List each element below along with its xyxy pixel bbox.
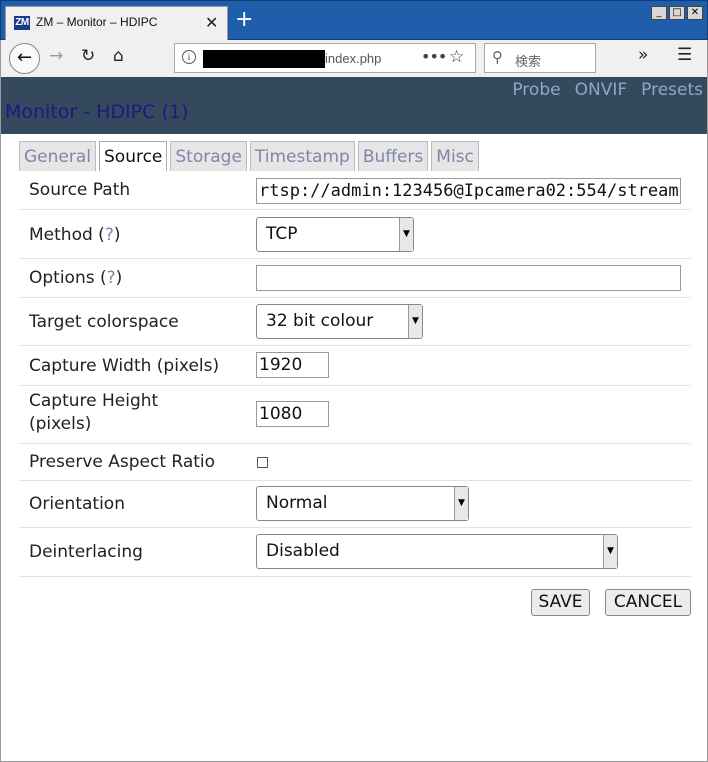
tab-general[interactable]: General [19,141,96,171]
tab-timestamp[interactable]: Timestamp [249,141,355,171]
options-help-link[interactable]: ? [107,268,116,288]
page-actions-icon[interactable]: ••• [421,47,447,66]
preserve-aspect-checkbox[interactable] [257,457,268,468]
new-tab-button[interactable]: + [235,7,253,33]
tab-storage[interactable]: Storage [170,141,247,171]
deinterlacing-label: Deinterlacing [29,542,143,562]
browser-tab-strip: ZM ZM – Monitor – HDIPC ✕ + _ □ ✕ [0,0,708,41]
source-path-label: Source Path [29,180,131,200]
maximize-icon[interactable]: □ [669,6,685,20]
search-placeholder: 検索 [515,55,542,70]
minimize-icon[interactable]: _ [651,6,667,20]
zm-favicon-icon: ZM [14,16,30,30]
close-window-icon[interactable]: ✕ [687,6,703,20]
capture-height-input[interactable]: 1080 [256,401,329,427]
overflow-chevron-icon[interactable]: » [638,45,648,65]
home-icon[interactable]: ⌂ [113,46,124,66]
capture-height-label: Capture Height (pixels) [29,391,159,434]
probe-link[interactable]: Probe [512,80,560,100]
orientation-value: Normal [266,493,328,513]
capture-width-label: Capture Width (pixels) [29,356,220,376]
orientation-label: Orientation [29,494,125,514]
cancel-button[interactable]: CANCEL [605,589,691,616]
header-links: Probe ONVIF Presets [512,80,703,100]
options-label: Options (?) [29,268,123,288]
row-capture-width: Capture Width (pixels) 1920 [19,346,691,386]
reload-icon[interactable]: ↻ [81,46,95,66]
source-path-input[interactable]: rtsp://admin:123456@Ipcamera02:554/strea… [256,178,681,204]
tab-bar: General Source Storage Timestamp Buffers… [19,141,479,171]
bookmark-star-icon[interactable]: ☆ [449,47,464,67]
row-orientation: Orientation Normal ▼ [19,481,691,528]
browser-tab[interactable]: ZM ZM – Monitor – HDIPC ✕ [5,6,228,41]
method-select[interactable]: TCP ▼ [256,217,414,252]
row-preserve-aspect: Preserve Aspect Ratio [19,444,691,481]
monitor-form: General Source Storage Timestamp Buffers… [0,134,708,762]
deinterlacing-select[interactable]: Disabled ▼ [256,534,618,569]
search-bar[interactable]: ⚲ 検索 [484,43,596,73]
capture-width-input[interactable]: 1920 [256,352,329,378]
row-method: Method (?) TCP ▼ [19,210,691,259]
zm-header: Probe ONVIF Presets Monitor - HDIPC (1) [0,77,708,134]
target-colorspace-select[interactable]: 32 bit colour ▼ [256,304,423,339]
forward-arrow-icon[interactable]: → [49,46,63,66]
orientation-select[interactable]: Normal ▼ [256,486,469,521]
row-target-colorspace: Target colorspace 32 bit colour ▼ [19,298,691,346]
method-select-value: TCP [266,224,298,244]
hamburger-menu-icon[interactable]: ☰ [677,45,692,65]
search-icon: ⚲ [492,48,503,66]
dropdown-arrow-icon: ▼ [399,218,413,251]
tab-source[interactable]: Source [99,141,168,171]
browser-tab-title: ZM – Monitor – HDIPC [36,15,158,29]
site-info-icon[interactable]: i [182,50,196,64]
target-colorspace-value: 32 bit colour [266,311,374,331]
back-arrow-icon[interactable]: ← [9,43,40,74]
url-bar[interactable]: i index.php ••• ☆ [174,43,476,73]
onvif-link[interactable]: ONVIF [575,80,628,100]
options-input[interactable] [256,265,681,291]
close-tab-icon[interactable]: ✕ [205,13,218,32]
save-button[interactable]: SAVE [531,589,590,616]
navigation-toolbar: ← → ↻ ⌂ i index.php ••• ☆ ⚲ 検索 » ☰ [0,40,708,77]
window-controls: _ □ ✕ [651,6,703,20]
deinterlacing-value: Disabled [266,541,340,561]
row-options: Options (?) [19,259,691,298]
tab-misc[interactable]: Misc [431,141,479,171]
dropdown-arrow-icon: ▼ [408,305,422,338]
row-deinterlacing: Deinterlacing Disabled ▼ [19,528,691,577]
url-text: index.php [325,51,382,66]
method-label: Method (?) [29,225,121,245]
method-help-link[interactable]: ? [105,225,114,245]
row-capture-height: Capture Height (pixels) 1080 [19,386,691,444]
presets-link[interactable]: Presets [641,80,703,100]
dropdown-arrow-icon: ▼ [454,487,468,520]
target-colorspace-label: Target colorspace [29,312,179,332]
preserve-aspect-label: Preserve Aspect Ratio [29,452,216,472]
dropdown-arrow-icon: ▼ [603,535,617,568]
row-source-path: Source Path rtsp://admin:123456@Ipcamera… [19,171,691,210]
tab-buffers[interactable]: Buffers [357,141,429,171]
page-title: Monitor - HDIPC (1) [5,101,189,123]
redacted-url-block [203,50,325,68]
